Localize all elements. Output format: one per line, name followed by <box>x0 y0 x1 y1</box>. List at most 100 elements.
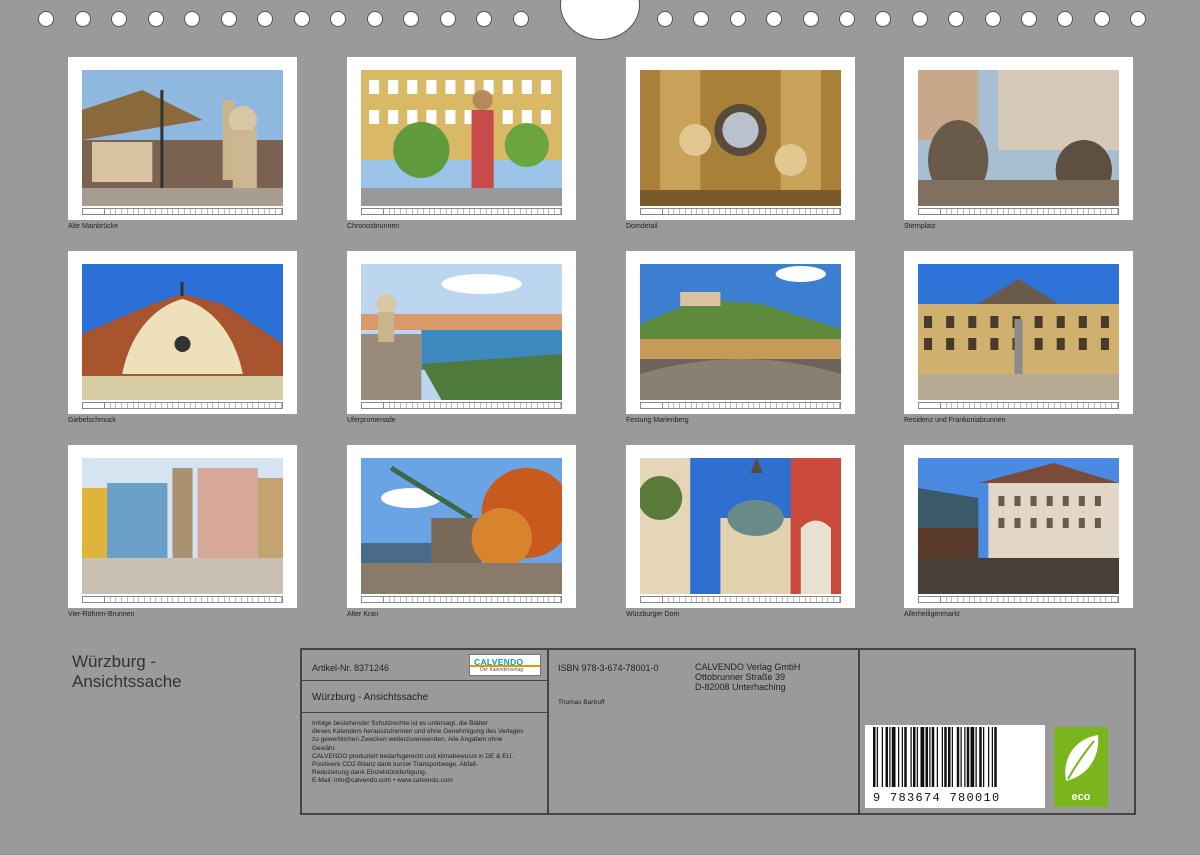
legal-line: CALVENDO produziert bedarfsgerecht und k… <box>312 752 514 760</box>
binding-hole <box>802 11 819 27</box>
tile-caption: Sternplatz <box>904 223 936 230</box>
leaf-icon <box>1065 735 1099 781</box>
binding-hole <box>257 11 273 27</box>
month-photo <box>640 70 841 206</box>
binding-hole <box>729 11 746 27</box>
binding-hole <box>293 11 310 27</box>
barcode-number: 9 783674 780010 <box>873 791 1001 805</box>
month-tile <box>626 57 855 220</box>
month-photo <box>640 458 841 594</box>
legal-line: Gewähr. <box>312 744 337 752</box>
spiral-binding <box>0 0 1200 40</box>
binding-hole <box>1093 11 1110 27</box>
month-label-cell <box>919 403 941 408</box>
legal-line: zu gewerblichen Zwecken weiterzuverwende… <box>312 736 503 744</box>
month-tile <box>626 251 855 414</box>
binding-hole <box>111 11 127 27</box>
binding-hole <box>693 11 710 27</box>
month-photo <box>361 264 562 400</box>
day-grid <box>361 402 562 409</box>
month-photo <box>82 70 283 206</box>
day-cell <box>555 209 561 214</box>
binding-hole <box>984 11 1001 27</box>
day-cell <box>1112 403 1118 408</box>
month-tile <box>904 445 1133 608</box>
month-photo <box>640 264 841 400</box>
legal-line: Positivere CO2-Bilanz dank kurzer Transp… <box>312 761 478 769</box>
day-grid <box>640 596 841 603</box>
month-photo <box>82 458 283 594</box>
binding-hole <box>657 11 673 27</box>
month-label-cell <box>362 403 384 408</box>
day-cell <box>834 597 840 602</box>
barcode-bars <box>873 727 997 787</box>
day-cell <box>834 403 840 408</box>
month-label-cell <box>362 597 384 602</box>
day-grid <box>918 208 1119 215</box>
month-tile <box>904 57 1133 220</box>
binding-hole <box>1021 11 1037 27</box>
binding-hole <box>147 11 164 27</box>
binding-hole <box>766 11 783 27</box>
day-grid <box>82 402 283 409</box>
eco-label: eco <box>1071 791 1091 803</box>
legal-text: Infolge bestehender Schutzrechte ist es … <box>312 720 523 786</box>
month-photo <box>918 264 1119 400</box>
month-photo <box>918 70 1119 206</box>
binding-hole <box>330 11 346 27</box>
binding-hole <box>38 11 54 27</box>
author: Thomas Bartruff <box>558 699 605 706</box>
month-tile <box>626 445 855 608</box>
calendar-title-line2: Ansichtssache <box>72 672 182 691</box>
binding-hole <box>1130 11 1147 27</box>
publisher-city: D-82008 Unterhaching <box>695 682 786 692</box>
tile-caption: Domdetail <box>626 223 658 230</box>
calendar-title: Würzburg - Ansichtssache <box>72 652 272 692</box>
month-label-cell <box>641 209 663 214</box>
tile-caption: Chronosbrunnen <box>347 223 400 230</box>
day-grid <box>361 596 562 603</box>
binding-hole <box>439 11 456 27</box>
day-grid <box>82 208 283 215</box>
legal-line: Reduzierung dank Einzelstückfertigung. <box>312 769 427 777</box>
day-cell <box>276 597 282 602</box>
binding-hole <box>948 11 965 27</box>
day-cell <box>1112 209 1118 214</box>
calvendo-logo: CALVENDO Der Kalenderverlag <box>469 654 541 676</box>
day-grid <box>82 596 283 603</box>
tile-caption: Festung Marienberg <box>626 417 689 424</box>
publisher-name: CALVENDO Verlag GmbH <box>695 662 801 672</box>
binding-hole <box>403 11 419 27</box>
tile-caption: Uferpromenade <box>347 417 396 424</box>
eco-badge: eco <box>1054 727 1108 807</box>
month-tile <box>68 57 297 220</box>
tile-caption: Allerheiligenmarkt <box>904 611 960 618</box>
month-label-cell <box>83 209 105 214</box>
binding-hole <box>1057 11 1074 27</box>
month-photo <box>361 70 562 206</box>
binding-hole <box>875 11 892 27</box>
day-grid <box>640 208 841 215</box>
hanger-cutout <box>560 0 640 40</box>
month-label-cell <box>83 403 105 408</box>
day-cell <box>276 209 282 214</box>
isbn: ISBN 978-3-674-78001-0 <box>558 663 659 673</box>
calendar-title-line1: Würzburg - <box>72 652 157 671</box>
article-number: Artikel-Nr. 8371246 <box>312 663 390 673</box>
binding-hole <box>911 11 928 27</box>
day-cell <box>1112 597 1118 602</box>
tile-caption: Alter Kran <box>347 611 379 618</box>
binding-hole <box>74 11 91 27</box>
barcode: 9 783674 780010 <box>865 725 1045 808</box>
tile-caption: Alte Mainbrücke <box>68 223 119 230</box>
month-photo <box>82 264 283 400</box>
binding-hole <box>366 11 383 27</box>
tile-caption: Würzburger Dom <box>626 611 680 618</box>
binding-hole <box>476 11 492 27</box>
month-label-cell <box>641 597 663 602</box>
month-tile <box>68 445 297 608</box>
day-cell <box>276 403 282 408</box>
day-grid <box>361 208 562 215</box>
legal-line: E-Mail: info@calvendo.com • www.calvendo… <box>312 777 453 785</box>
month-photo <box>918 458 1119 594</box>
